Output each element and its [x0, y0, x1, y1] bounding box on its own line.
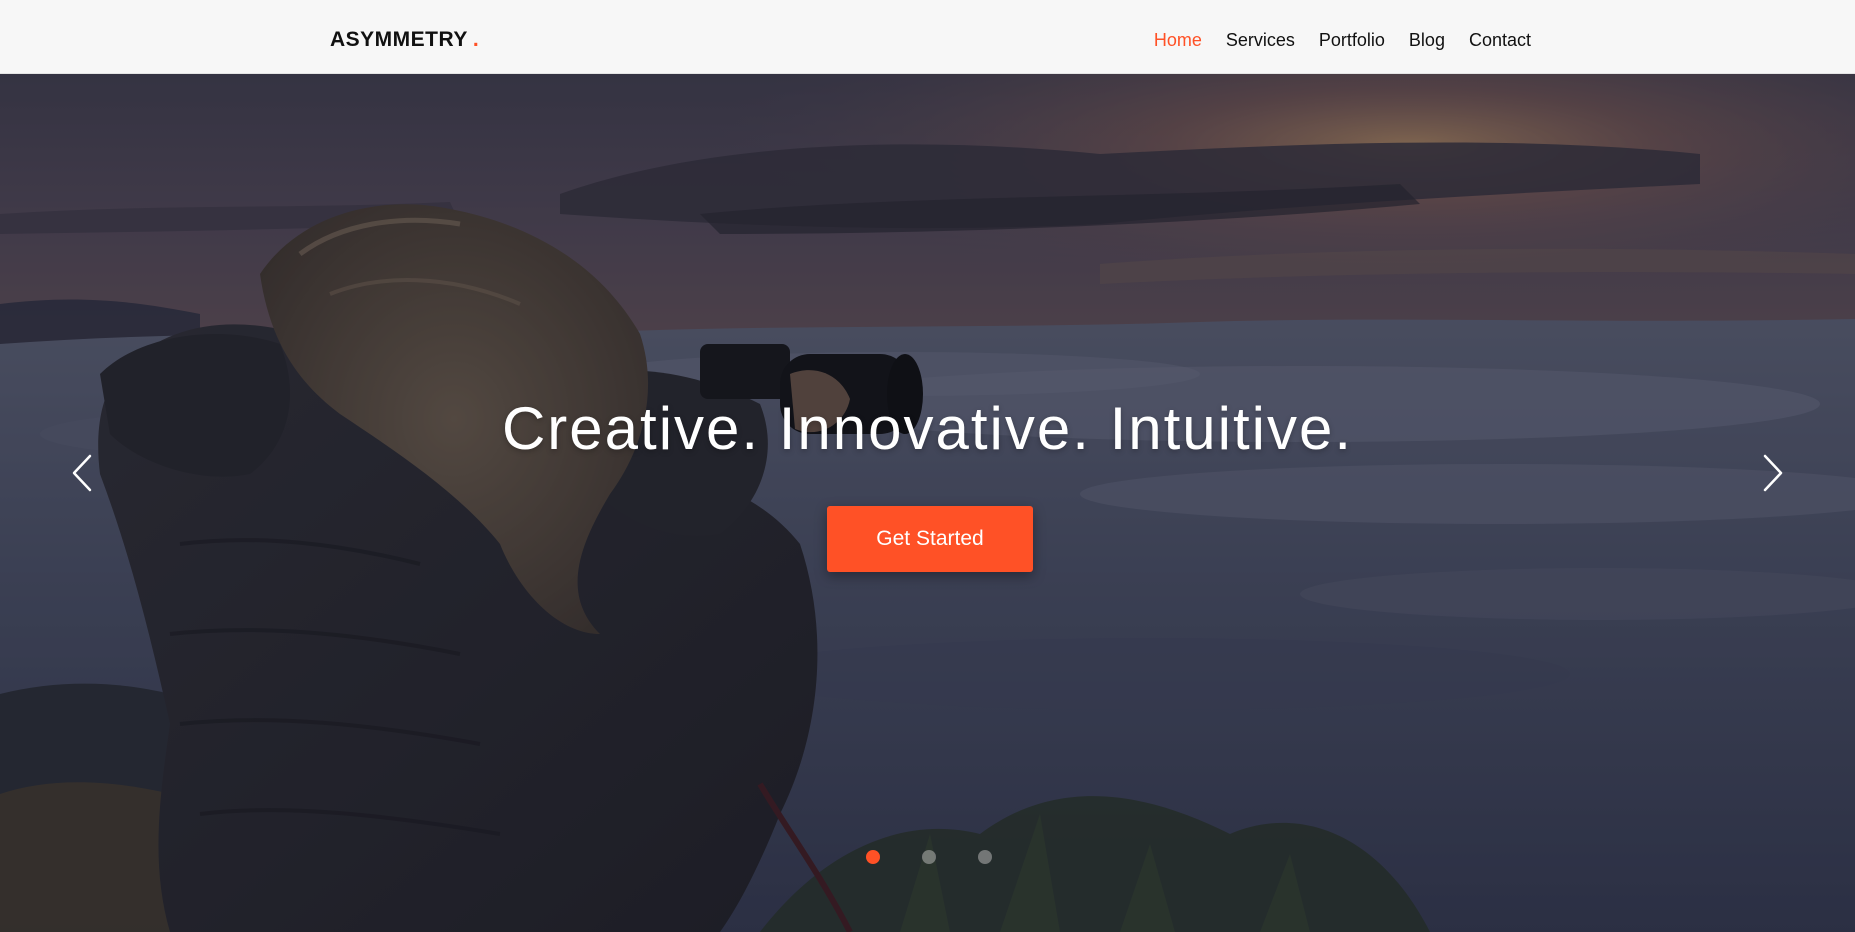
site-header: ASYMMETRY. Home Services Portfolio Blog … — [0, 0, 1855, 74]
slider-dot-3[interactable] — [978, 850, 992, 864]
nav-link-services[interactable]: Services — [1226, 30, 1295, 50]
brand-name: ASYMMETRY — [330, 28, 468, 51]
slider-dot-1[interactable] — [866, 850, 880, 864]
nav-link-home[interactable]: Home — [1154, 30, 1202, 50]
main-nav: Home Services Portfolio Blog Contact — [1154, 29, 1531, 51]
brand-logo[interactable]: ASYMMETRY. — [330, 27, 479, 53]
nav-link-blog[interactable]: Blog — [1409, 30, 1445, 50]
nav-link-portfolio[interactable]: Portfolio — [1319, 30, 1385, 50]
slider-pagination — [866, 850, 992, 864]
slider-dot-2[interactable] — [922, 850, 936, 864]
slider-next-button[interactable] — [1753, 449, 1793, 497]
hero-slider: Creative. Innovative. Intuitive. Get Sta… — [0, 74, 1855, 932]
slider-prev-button[interactable] — [62, 449, 102, 497]
nav-link-contact[interactable]: Contact — [1469, 30, 1531, 50]
chevron-right-icon — [1763, 454, 1783, 492]
hero-dark-overlay — [0, 74, 1855, 932]
hero-headline: Creative. Innovative. Intuitive. — [501, 395, 1354, 462]
brand-dot: . — [472, 28, 480, 51]
chevron-left-icon — [72, 454, 92, 492]
get-started-button[interactable]: Get Started — [827, 506, 1033, 572]
